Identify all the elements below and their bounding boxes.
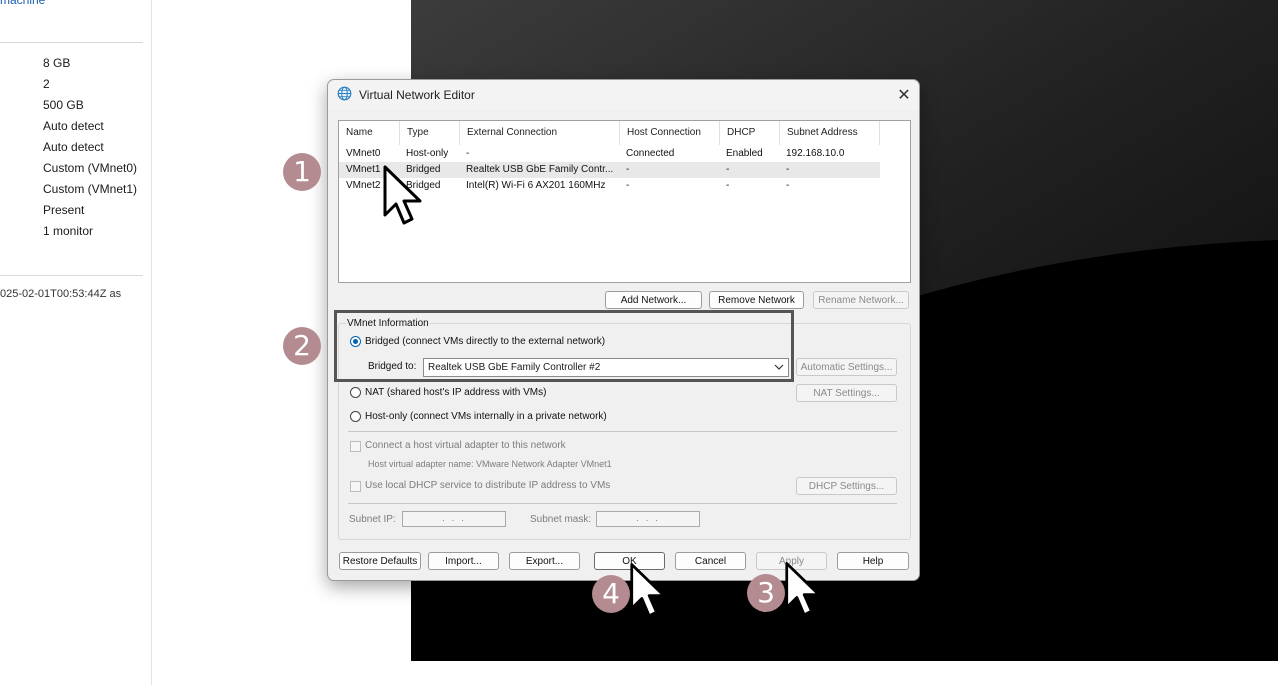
column-header-host-connection[interactable]: Host Connection	[620, 121, 720, 145]
machine-link[interactable]: machine	[0, 0, 45, 7]
network-globe-icon	[337, 86, 352, 101]
cell-subnet: 192.168.10.0	[786, 148, 845, 159]
cell-dhcp: -	[726, 180, 730, 191]
cell-name: VMnet0	[346, 148, 381, 159]
rename-network-button[interactable]: Rename Network...	[813, 291, 909, 309]
adapter-name-label: Host virtual adapter name: VMware Networ…	[368, 459, 612, 469]
subnet-ip-input[interactable]: . . .	[402, 511, 506, 527]
sound-card-value: Present	[43, 203, 85, 217]
divider	[348, 503, 897, 504]
network-adapter-2-value: Custom (VMnet1)	[43, 182, 138, 196]
mouse-cursor-icon	[629, 561, 673, 626]
title-bar: Virtual Network Editor ✕	[328, 80, 919, 110]
dhcp-settings-button[interactable]: DHCP Settings...	[796, 477, 897, 495]
automatic-settings-button[interactable]: Automatic Settings...	[796, 358, 897, 376]
table-row[interactable]: VMnet0 Host-only - Connected Enabled 192…	[339, 146, 880, 162]
divider	[0, 42, 143, 43]
cell-subnet: -	[786, 180, 790, 191]
cell-name: VMnet1	[346, 164, 381, 175]
export-button[interactable]: Export...	[509, 552, 580, 570]
cell-dhcp: Enabled	[726, 148, 763, 159]
subnet-ip-label: Subnet IP:	[349, 514, 396, 525]
step-badge-1: 1	[283, 153, 321, 191]
column-header-name[interactable]: Name	[339, 121, 400, 145]
dialog-title: Virtual Network Editor	[359, 88, 475, 102]
subnet-mask-label: Subnet mask:	[530, 514, 592, 525]
import-button[interactable]: Import...	[428, 552, 499, 570]
cell-external: Intel(R) Wi-Fi 6 AX201 160MHz	[466, 180, 606, 191]
nat-label: NAT (shared host's IP address with VMs)	[365, 387, 547, 398]
restore-defaults-button[interactable]: Restore Defaults	[339, 552, 421, 570]
dhcp-label: Use local DHCP service to distribute IP …	[365, 480, 611, 491]
cell-type: Host-only	[406, 148, 449, 159]
mouse-cursor-icon	[382, 165, 430, 232]
column-header-type[interactable]: Type	[400, 121, 460, 145]
cell-dhcp: -	[726, 164, 730, 175]
cell-host-connection: -	[626, 164, 630, 175]
subnet-mask-input[interactable]: . . .	[596, 511, 700, 527]
step-badge-2: 2	[283, 327, 321, 365]
cell-host-connection: Connected	[626, 148, 675, 159]
column-header-subnet-address[interactable]: Subnet Address	[780, 121, 880, 145]
vm-details-note: 025-02-01T00:53:44Z as	[0, 288, 122, 300]
cell-subnet: -	[786, 164, 790, 175]
close-icon[interactable]: ✕	[894, 85, 914, 105]
column-header-dhcp[interactable]: DHCP	[720, 121, 780, 145]
cell-external: Realtek USB GbE Family Contr...	[466, 164, 614, 175]
step-badge-4: 4	[592, 575, 630, 613]
add-network-button[interactable]: Add Network...	[605, 291, 702, 309]
nat-radio[interactable]	[350, 387, 361, 398]
host-only-radio[interactable]	[350, 411, 361, 422]
dhcp-checkbox[interactable]	[350, 481, 361, 492]
column-header-external-connection[interactable]: External Connection	[460, 121, 620, 145]
cd-dvd-value: Auto detect	[43, 119, 104, 133]
network-adapter-value: Custom (VMnet0)	[43, 161, 138, 175]
vm-settings-panel: machine 8 GB 2 500 GB Auto detect Auto d…	[0, 0, 152, 685]
floppy-value: Auto detect	[43, 140, 104, 154]
cell-external: -	[466, 148, 470, 159]
memory-value: 8 GB	[43, 56, 71, 70]
processors-value: 2	[43, 77, 50, 91]
nat-settings-button[interactable]: NAT Settings...	[796, 384, 897, 402]
display-value: 1 monitor	[43, 224, 94, 238]
connect-adapter-checkbox[interactable]	[350, 441, 361, 452]
divider	[348, 431, 897, 432]
hard-disk-value: 500 GB	[43, 98, 84, 112]
cancel-button[interactable]: Cancel	[675, 552, 746, 570]
remove-network-button[interactable]: Remove Network	[709, 291, 804, 309]
step-badge-3: 3	[747, 574, 785, 612]
cell-host-connection: -	[626, 180, 630, 191]
connect-adapter-label: Connect a host virtual adapter to this n…	[365, 440, 566, 451]
cell-name: VMnet2	[346, 180, 381, 191]
help-button[interactable]: Help	[837, 552, 909, 570]
vmnet-info-highlight	[334, 310, 794, 382]
mouse-cursor-icon	[784, 560, 828, 625]
host-only-label: Host-only (connect VMs internally in a p…	[365, 411, 607, 422]
divider	[0, 275, 143, 276]
